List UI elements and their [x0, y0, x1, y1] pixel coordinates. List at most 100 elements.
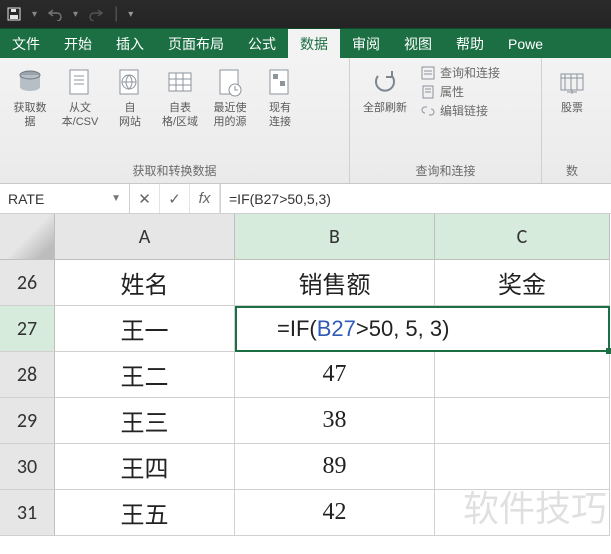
from-web-label: 自 网站: [119, 102, 141, 130]
refresh-icon: [368, 66, 402, 100]
tab-help[interactable]: 帮助: [444, 29, 496, 58]
edit-links-button[interactable]: 编辑链接: [420, 102, 500, 119]
group-label-get-transform: 获取和转换数据: [6, 162, 343, 181]
row-header-30[interactable]: 30: [0, 444, 55, 490]
table-icon: [163, 66, 197, 100]
get-data-button[interactable]: 获取数 据: [6, 62, 54, 134]
properties-label: 属性: [440, 83, 464, 100]
col-header-C[interactable]: C: [435, 214, 610, 260]
separator: |: [114, 5, 118, 23]
insert-function-button[interactable]: fx: [190, 184, 220, 213]
spreadsheet-grid[interactable]: A B C 26 姓名 销售额 奖金 27 王一 =IF(B27>50, 5, …: [0, 214, 611, 536]
name-box-value: RATE: [8, 191, 44, 207]
existing-connections-label: 现有 连接: [269, 102, 291, 130]
col-header-A[interactable]: A: [55, 214, 235, 260]
fx-icon: fx: [199, 190, 211, 207]
undo-icon[interactable]: [47, 6, 63, 22]
existing-connections-button[interactable]: 现有 连接: [256, 62, 304, 134]
tab-home[interactable]: 开始: [52, 29, 104, 58]
chevron-down-icon[interactable]: ▾: [128, 9, 133, 20]
cell-C30[interactable]: [435, 444, 610, 490]
cell-A31[interactable]: 王五: [55, 490, 235, 536]
cell-B31[interactable]: 42: [235, 490, 435, 536]
formula-bar[interactable]: =IF(B27>50,5,3): [221, 184, 611, 213]
cell-A30[interactable]: 王四: [55, 444, 235, 490]
row-header-26[interactable]: 26: [0, 260, 55, 306]
ribbon-group-get-transform: 获取数 据 从文 本/CSV 自 网站 自表 格/区域 最近使 用的源 现有 连…: [0, 58, 350, 183]
cell-B30[interactable]: 89: [235, 444, 435, 490]
cell-C31[interactable]: [435, 490, 610, 536]
ribbon: 获取数 据 从文 本/CSV 自 网站 自表 格/区域 最近使 用的源 现有 连…: [0, 58, 611, 184]
from-csv-label: 从文 本/CSV: [62, 102, 99, 130]
formula-buttons: ✕ ✓ fx: [130, 184, 221, 213]
tab-review[interactable]: 审阅: [340, 29, 392, 58]
formula-part-post: >50, 5, 3): [356, 316, 450, 342]
stocks-button[interactable]: 股票: [548, 62, 596, 120]
cancel-button[interactable]: ✕: [130, 184, 160, 213]
recent-sources-label: 最近使 用的源: [214, 102, 247, 130]
refresh-all-button[interactable]: 全部刷新: [356, 62, 414, 120]
enter-button[interactable]: ✓: [160, 184, 190, 213]
cell-A27[interactable]: 王一: [55, 306, 235, 352]
quick-access-toolbar: ▾ ▾ | ▾: [0, 0, 611, 28]
check-icon: ✓: [168, 190, 181, 208]
row-header-28[interactable]: 28: [0, 352, 55, 398]
from-table-label: 自表 格/区域: [162, 102, 198, 130]
select-all-corner[interactable]: [0, 214, 55, 260]
formula-part-pre: =IF(: [277, 316, 317, 342]
recent-icon: [213, 66, 247, 100]
from-web-button[interactable]: 自 网站: [106, 62, 154, 134]
chevron-down-icon[interactable]: ▼: [111, 193, 121, 204]
tab-layout[interactable]: 页面布局: [156, 29, 236, 58]
ribbon-tabs: 文件 开始 插入 页面布局 公式 数据 审阅 视图 帮助 Powe: [0, 28, 611, 58]
redo-icon[interactable]: [88, 6, 104, 22]
query-mini-list: 查询和连接 属性 编辑链接: [416, 62, 504, 121]
cell-C26[interactable]: 奖金: [435, 260, 610, 306]
x-icon: ✕: [138, 190, 151, 208]
cell-B29[interactable]: 38: [235, 398, 435, 444]
row-header-29[interactable]: 29: [0, 398, 55, 444]
globe-icon: [113, 66, 147, 100]
chevron-down-icon[interactable]: ▾: [32, 9, 37, 20]
from-csv-button[interactable]: 从文 本/CSV: [56, 62, 104, 134]
cell-B26[interactable]: 销售额: [235, 260, 435, 306]
stocks-icon: [555, 66, 589, 100]
from-table-button[interactable]: 自表 格/区域: [156, 62, 204, 134]
tab-file[interactable]: 文件: [0, 29, 52, 58]
list-icon: [420, 65, 436, 81]
recent-sources-button[interactable]: 最近使 用的源: [206, 62, 254, 134]
refresh-all-label: 全部刷新: [363, 102, 407, 116]
tab-insert[interactable]: 插入: [104, 29, 156, 58]
ribbon-group-datatypes: 股票 数: [542, 58, 602, 183]
cell-C28[interactable]: [435, 352, 610, 398]
tab-power[interactable]: Powe: [496, 29, 555, 58]
cell-B28[interactable]: 47: [235, 352, 435, 398]
cell-A29[interactable]: 王三: [55, 398, 235, 444]
formula-bar-row: RATE ▼ ✕ ✓ fx =IF(B27>50,5,3): [0, 184, 611, 214]
formula-cell-ref: B27: [317, 316, 356, 342]
group-label-queries: 查询和连接: [356, 162, 535, 181]
formula-bar-value: =IF(B27>50,5,3): [229, 191, 331, 207]
cell-A26[interactable]: 姓名: [55, 260, 235, 306]
col-header-B[interactable]: B: [235, 214, 435, 260]
queries-connections-label: 查询和连接: [440, 64, 500, 81]
tab-formulas[interactable]: 公式: [236, 29, 288, 58]
chevron-down-icon[interactable]: ▾: [73, 9, 78, 20]
tab-view[interactable]: 视图: [392, 29, 444, 58]
properties-button[interactable]: 属性: [420, 83, 500, 100]
database-icon: [13, 66, 47, 100]
row-header-27[interactable]: 27: [0, 306, 55, 352]
cell-A28[interactable]: 王二: [55, 352, 235, 398]
name-box[interactable]: RATE ▼: [0, 184, 130, 213]
save-icon[interactable]: [6, 6, 22, 22]
edit-links-label: 编辑链接: [440, 102, 488, 119]
cell-C29[interactable]: [435, 398, 610, 444]
row-header-31[interactable]: 31: [0, 490, 55, 536]
cell-B27-editing[interactable]: =IF(B27>50, 5, 3): [235, 306, 610, 352]
group-label-datatypes: 数: [548, 162, 596, 181]
tab-data[interactable]: 数据: [288, 29, 340, 58]
file-text-icon: [63, 66, 97, 100]
stocks-label: 股票: [561, 102, 583, 116]
link-icon: [420, 103, 436, 119]
queries-connections-button[interactable]: 查询和连接: [420, 64, 500, 81]
